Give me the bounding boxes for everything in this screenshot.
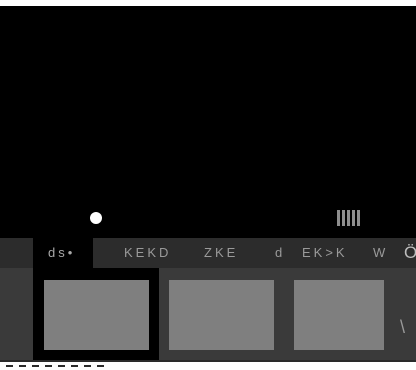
tab-zke[interactable]: ZKE [204, 238, 238, 268]
glyph-mark [45, 365, 52, 370]
bottom-strip [0, 362, 416, 370]
scroll-edge-glyph: \ [400, 317, 406, 337]
signal-bars-icon [337, 210, 360, 226]
tab-kekd[interactable]: KEKD [124, 238, 171, 268]
glyph-mark [97, 365, 104, 370]
tab-ds[interactable]: ds• [33, 238, 93, 268]
tab-ek-k[interactable]: EK>K [302, 238, 348, 268]
signal-bar [352, 210, 355, 226]
tile-item-3[interactable] [294, 280, 384, 350]
bottom-glyph-row [6, 365, 104, 370]
tile-row: \ [0, 268, 416, 368]
position-indicator-dot [90, 212, 102, 224]
tab-bar: ds• KEKD ZKE d EK>K W Ö [0, 238, 416, 268]
signal-bar [347, 210, 350, 226]
glyph-mark [19, 365, 26, 370]
glyph-mark [71, 365, 78, 370]
signal-bar [342, 210, 345, 226]
tab-overflow-button[interactable]: Ö [404, 238, 416, 268]
signal-bar [357, 210, 360, 226]
glyph-mark [6, 365, 13, 370]
tab-d[interactable]: d [275, 238, 285, 268]
signal-bar [337, 210, 340, 226]
preview-area [0, 6, 416, 238]
tile-item-2[interactable] [169, 280, 274, 350]
tile-item-1[interactable] [44, 280, 149, 350]
glyph-mark [84, 365, 91, 370]
glyph-mark [32, 365, 39, 370]
tab-w[interactable]: W [373, 238, 388, 268]
app-screen: ds• KEKD ZKE d EK>K W Ö \ [0, 6, 416, 368]
glyph-mark [58, 365, 65, 370]
